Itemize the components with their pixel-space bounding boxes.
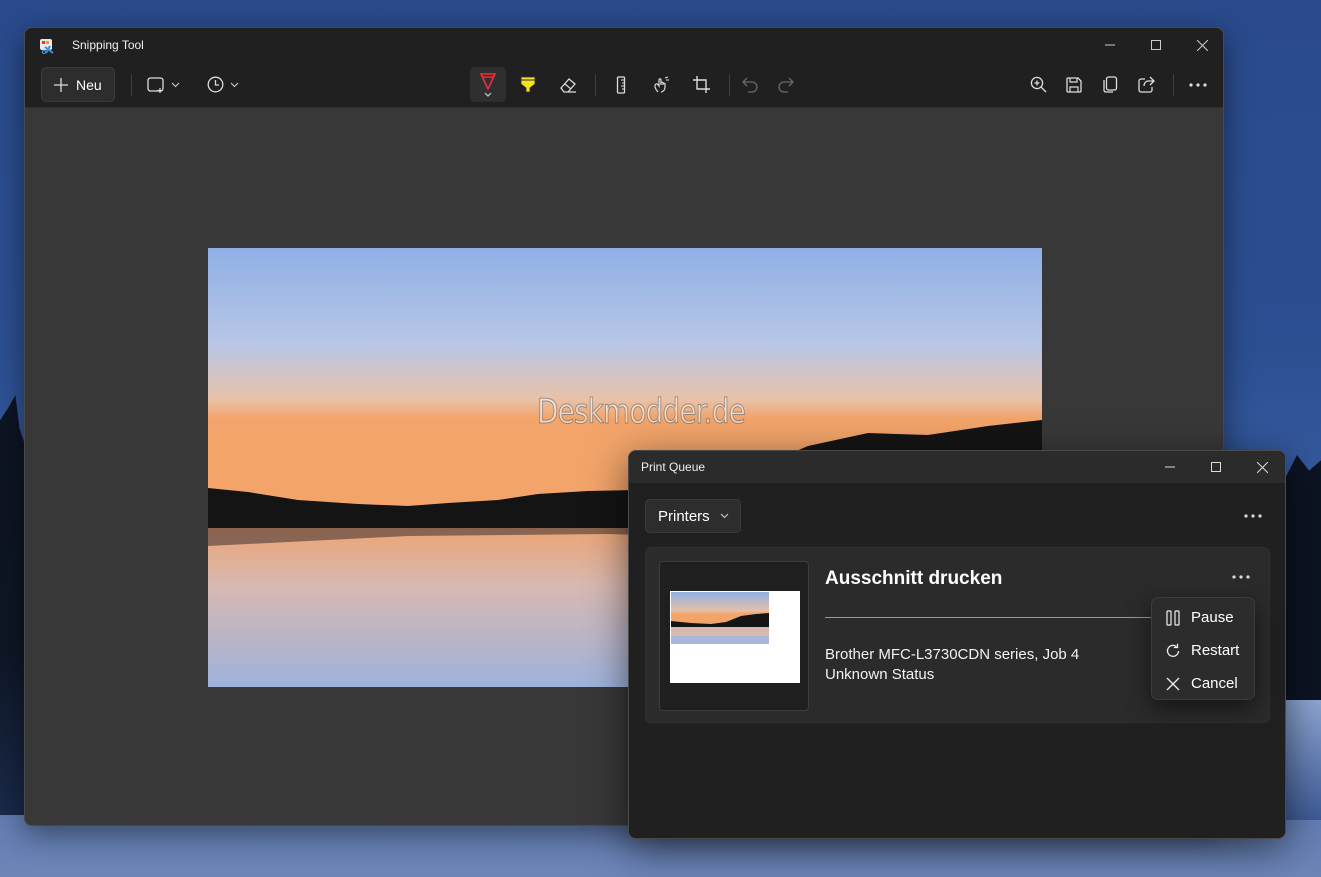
ruler-icon — [616, 75, 626, 94]
menu-item-pause[interactable]: Pause — [1152, 601, 1254, 634]
title-bar[interactable]: Print Queue — [629, 451, 1285, 483]
ballpoint-pen-button[interactable] — [470, 67, 506, 102]
pause-icon — [1166, 609, 1180, 626]
zoom-in-icon — [1030, 76, 1046, 93]
menu-item-label: Restart — [1191, 642, 1240, 659]
close-button[interactable] — [1239, 451, 1285, 483]
touch-writing-button[interactable] — [643, 67, 679, 102]
close-button[interactable] — [1179, 28, 1223, 62]
menu-item-restart[interactable]: Restart — [1152, 634, 1254, 667]
job-status: Unknown Status — [825, 666, 935, 683]
maximize-icon — [1211, 462, 1221, 472]
restart-icon — [1166, 643, 1180, 657]
highlighter-button[interactable] — [510, 67, 546, 102]
toolbar-divider — [131, 74, 132, 96]
clock-icon — [207, 76, 224, 93]
menu-item-label: Pause — [1191, 609, 1234, 626]
job-name: Ausschnitt drucken — [825, 568, 1003, 589]
toolbar-divider — [1173, 74, 1174, 96]
highlighter-icon — [520, 76, 536, 92]
share-icon — [1137, 76, 1155, 93]
eraser-button[interactable] — [550, 67, 586, 102]
preview-image — [671, 592, 769, 644]
snip-mode-button[interactable] — [141, 67, 185, 102]
watermark-text: Deskmodder.de — [537, 392, 747, 433]
copy-button[interactable] — [1092, 67, 1128, 102]
menu-item-label: Cancel — [1191, 675, 1238, 692]
wallpaper-trees-right — [1281, 455, 1321, 715]
maximize-button[interactable] — [1133, 28, 1179, 62]
rectangle-snip-icon — [146, 76, 164, 93]
copy-icon — [1102, 76, 1117, 93]
crop-button[interactable] — [683, 67, 719, 102]
job-progress-bar — [825, 617, 1155, 618]
close-icon — [1256, 461, 1268, 473]
zoom-button[interactable] — [1020, 67, 1056, 102]
save-icon — [1066, 76, 1082, 93]
minimize-button[interactable] — [1087, 28, 1133, 62]
more-icon — [1232, 575, 1250, 579]
job-preview-thumbnail — [659, 561, 809, 711]
eraser-icon — [560, 77, 576, 93]
more-options-button[interactable] — [1180, 67, 1216, 102]
undo-icon — [742, 77, 758, 93]
minimize-icon — [1165, 466, 1175, 468]
queue-more-button[interactable] — [1238, 501, 1268, 531]
minimize-button[interactable] — [1147, 451, 1193, 483]
menu-item-cancel[interactable]: Cancel — [1152, 667, 1254, 700]
new-snip-label: Neu — [76, 76, 102, 93]
undo-button[interactable] — [732, 67, 768, 102]
cancel-icon — [1166, 677, 1180, 690]
wallpaper-water-right — [1281, 700, 1321, 820]
preview-page — [670, 591, 800, 683]
delay-button[interactable] — [201, 67, 245, 102]
job-more-button[interactable] — [1226, 562, 1256, 592]
job-context-menu: Pause Restart Cancel — [1151, 597, 1255, 700]
window-title: Print Queue — [641, 460, 706, 474]
printers-label: Printers — [658, 507, 710, 525]
printers-dropdown[interactable]: Printers — [645, 499, 741, 533]
touch-writing-icon — [654, 76, 669, 93]
plus-icon — [54, 77, 68, 92]
toolbar-divider — [595, 74, 596, 96]
redo-button[interactable] — [768, 67, 804, 102]
chevron-down-icon — [171, 82, 179, 87]
crop-icon — [692, 76, 710, 93]
minimize-icon — [1105, 44, 1115, 46]
ballpoint-pen-icon — [479, 72, 497, 97]
more-icon — [1189, 82, 1207, 87]
maximize-button[interactable] — [1193, 451, 1239, 483]
more-icon — [1244, 514, 1262, 518]
redo-icon — [778, 77, 794, 93]
job-printer-info: Brother MFC-L3730CDN series, Job 4 — [825, 646, 1080, 663]
close-icon — [1196, 39, 1208, 51]
snipping-tool-app-icon — [40, 39, 54, 54]
toolbar-divider — [729, 74, 730, 96]
maximize-icon — [1151, 40, 1161, 50]
ruler-button[interactable] — [603, 67, 639, 102]
chevron-down-icon — [720, 513, 729, 519]
toolbar: Neu — [25, 62, 1223, 108]
chevron-down-icon — [230, 82, 239, 87]
new-snip-button[interactable]: Neu — [41, 67, 115, 102]
save-button[interactable] — [1056, 67, 1092, 102]
share-button[interactable] — [1128, 67, 1164, 102]
title-bar[interactable]: Snipping Tool — [25, 28, 1223, 62]
window-title: Snipping Tool — [72, 38, 144, 52]
